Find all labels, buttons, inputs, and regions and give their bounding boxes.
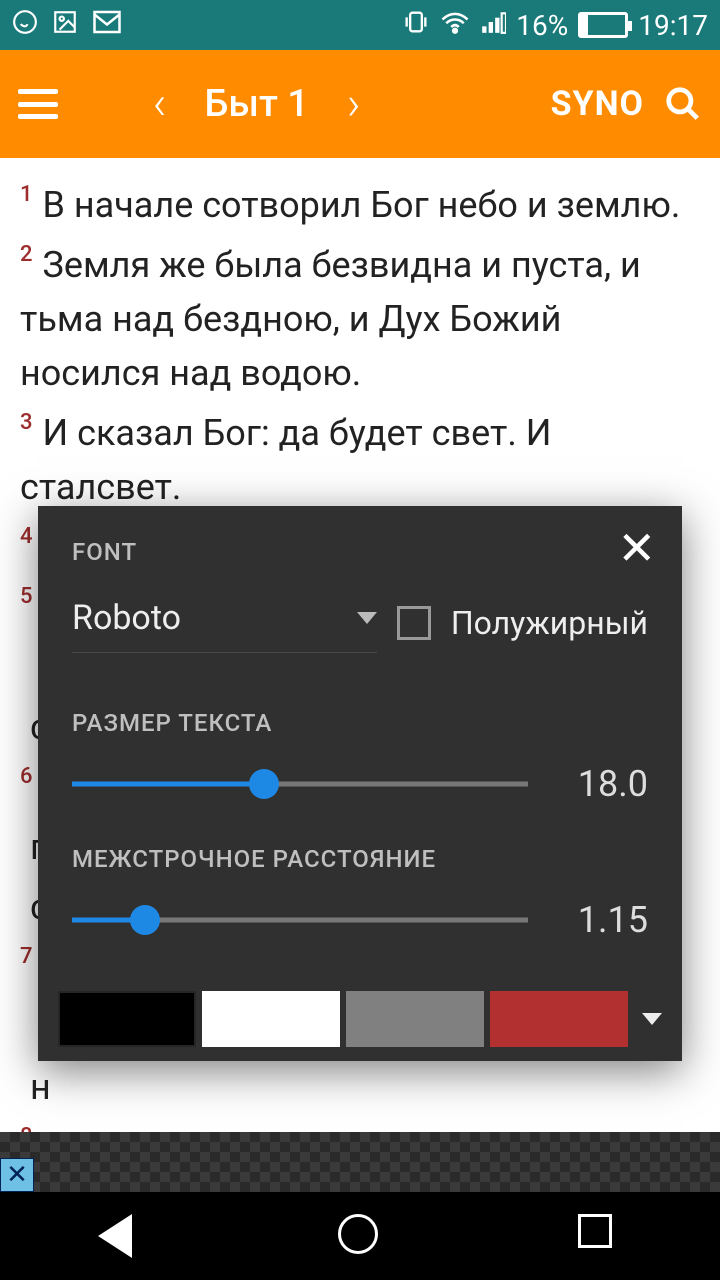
bold-checkbox[interactable] xyxy=(397,606,431,640)
verse: 1В начале сотворил Бог небо и землю. xyxy=(20,178,700,232)
theme-swatch-red[interactable] xyxy=(490,991,628,1047)
more-themes-icon[interactable] xyxy=(642,1013,662,1025)
ad-banner[interactable] xyxy=(0,1132,720,1192)
vibrate-icon xyxy=(402,8,430,43)
translation-button[interactable]: SYNO xyxy=(541,84,654,124)
menu-button[interactable] xyxy=(18,89,58,119)
theme-swatch-black[interactable] xyxy=(58,991,196,1047)
clock-time: 19:17 xyxy=(638,9,708,42)
font-value: Roboto xyxy=(72,598,181,638)
mail-icon xyxy=(92,9,122,42)
verse: 2Земля же была безвидна и пуста, и тьма … xyxy=(20,238,700,400)
home-button[interactable] xyxy=(338,1214,382,1258)
chevron-down-icon xyxy=(357,612,377,624)
wifi-icon xyxy=(440,9,470,42)
spacing-section-label: МЕЖСТРОЧНОЕ РАССТОЯНИЕ xyxy=(72,845,648,873)
font-section-label: FONT xyxy=(72,538,648,566)
battery-percent: 16% xyxy=(516,9,568,42)
ad-close-button[interactable]: ✕ xyxy=(0,1158,34,1192)
theme-swatch-white[interactable] xyxy=(202,991,340,1047)
verse: н xyxy=(20,1060,700,1114)
signal-icon xyxy=(480,9,506,42)
theme-swatches xyxy=(38,981,682,1061)
line-spacing-slider[interactable] xyxy=(72,902,528,938)
bold-label: Полужирный xyxy=(451,604,648,642)
back-button[interactable] xyxy=(98,1214,142,1258)
verse: 3И сказал Бог: да будет свет. И сталсвет… xyxy=(20,406,700,514)
image-icon xyxy=(52,9,78,42)
font-dropdown[interactable]: Roboto xyxy=(72,592,377,653)
close-icon[interactable]: ✕ xyxy=(617,526,656,572)
line-spacing-value: 1.15 xyxy=(558,899,648,941)
text-size-value: 18.0 xyxy=(558,763,648,805)
theme-swatch-gray[interactable] xyxy=(346,991,484,1047)
prev-chapter-button[interactable]: ‹ xyxy=(135,77,185,131)
battery-icon xyxy=(578,12,628,38)
status-bar: 16% 19:17 xyxy=(0,0,720,50)
system-nav-bar xyxy=(0,1192,720,1280)
next-chapter-button[interactable]: › xyxy=(329,77,379,131)
app-bar: ‹ Быт 1 › SYNO xyxy=(0,50,720,158)
search-icon[interactable] xyxy=(664,85,702,123)
text-size-slider[interactable] xyxy=(72,766,528,802)
font-settings-dialog: ✕ FONT Roboto Полужирный РАЗМЕР ТЕКСТА 1… xyxy=(38,506,682,1061)
whatsapp-icon xyxy=(12,9,38,42)
recents-button[interactable] xyxy=(578,1214,622,1258)
chapter-title[interactable]: Быт 1 xyxy=(195,82,319,126)
size-section-label: РАЗМЕР ТЕКСТА xyxy=(72,709,648,737)
